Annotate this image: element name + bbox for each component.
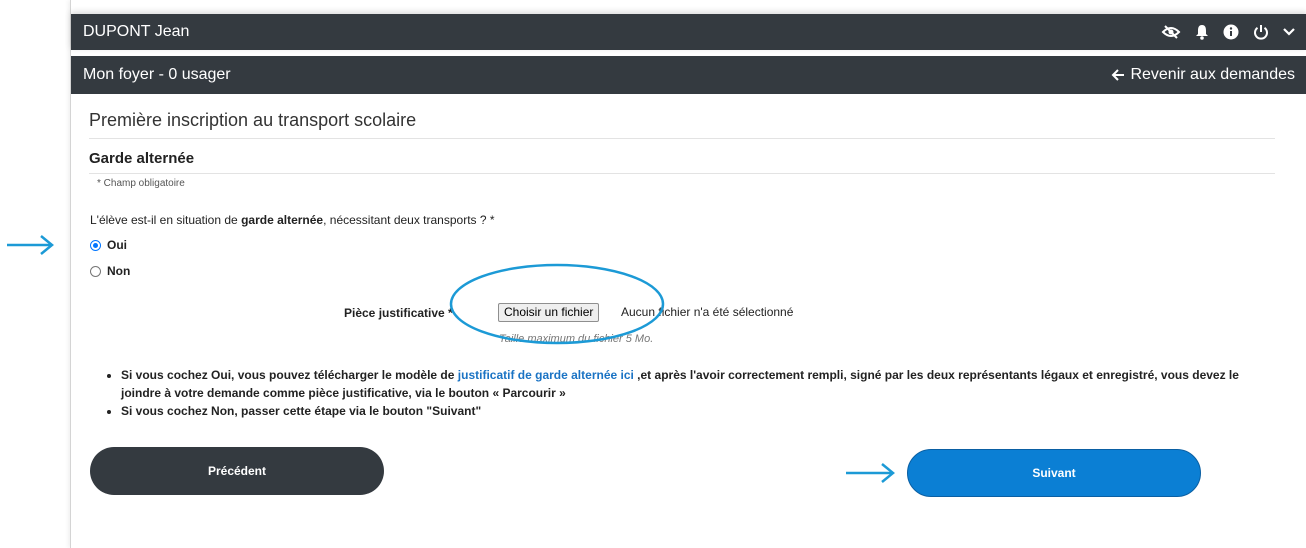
info-icon[interactable]: [1223, 24, 1239, 40]
annotation-arrow-next: [846, 463, 895, 483]
chevron-down-icon[interactable]: [1283, 27, 1295, 37]
annotation-ellipse-file: [449, 263, 665, 345]
arrow-left-icon: [1112, 69, 1125, 81]
top-bar: DUPONT Jean: [71, 14, 1306, 50]
info-item-oui: Si vous cochez Oui, vous pouvez téléchar…: [121, 366, 1281, 402]
question-text: L'élève est-il en situation de garde alt…: [90, 213, 495, 227]
garde-alternee-template-link[interactable]: justificatif de garde alternée ici: [458, 368, 634, 382]
household-bar: Mon foyer - 0 usager Revenir aux demande…: [71, 56, 1306, 94]
info-item-non: Si vous cochez Non, passer cette étape v…: [121, 402, 1281, 420]
household-label: Mon foyer - 0 usager: [83, 66, 231, 83]
previous-button[interactable]: Précédent: [90, 447, 384, 495]
radio-oui-label[interactable]: Oui: [107, 238, 127, 252]
info-list: Si vous cochez Oui, vous pouvez téléchar…: [101, 366, 1281, 420]
app-frame: DUPONT Jean Mon foyer - 0 usager Revenir…: [70, 0, 1306, 548]
annotation-arrow-oui: [7, 235, 54, 255]
top-bar-icons: [1161, 24, 1295, 40]
question-part: , nécessitant deux transports ? *: [323, 213, 495, 227]
question-emphasis: garde alternée: [241, 213, 324, 227]
question-part: L'élève est-il en situation de: [90, 213, 242, 227]
bell-icon[interactable]: [1195, 24, 1209, 40]
next-button[interactable]: Suivant: [907, 449, 1201, 497]
radio-oui-button[interactable]: [90, 239, 101, 251]
back-to-requests-link[interactable]: Revenir aux demandes: [1111, 66, 1295, 84]
radio-oui[interactable]: Oui: [90, 238, 127, 252]
radio-non-label[interactable]: Non: [107, 264, 130, 278]
back-label: Revenir aux demandes: [1130, 66, 1295, 83]
radio-non-button[interactable]: [90, 265, 101, 277]
radio-non[interactable]: Non: [90, 264, 130, 278]
info-text: Si vous cochez Oui, vous pouvez téléchar…: [121, 368, 458, 382]
page-title: Première inscription au transport scolai…: [89, 110, 1275, 139]
user-name: DUPONT Jean: [83, 23, 190, 40]
attachment-label: Pièce justificative *: [344, 306, 453, 320]
required-note: * Champ obligatoire: [97, 178, 185, 189]
section-title: Garde alternée: [89, 150, 1275, 174]
power-icon[interactable]: [1253, 24, 1269, 40]
eye-slash-icon[interactable]: [1161, 24, 1181, 40]
